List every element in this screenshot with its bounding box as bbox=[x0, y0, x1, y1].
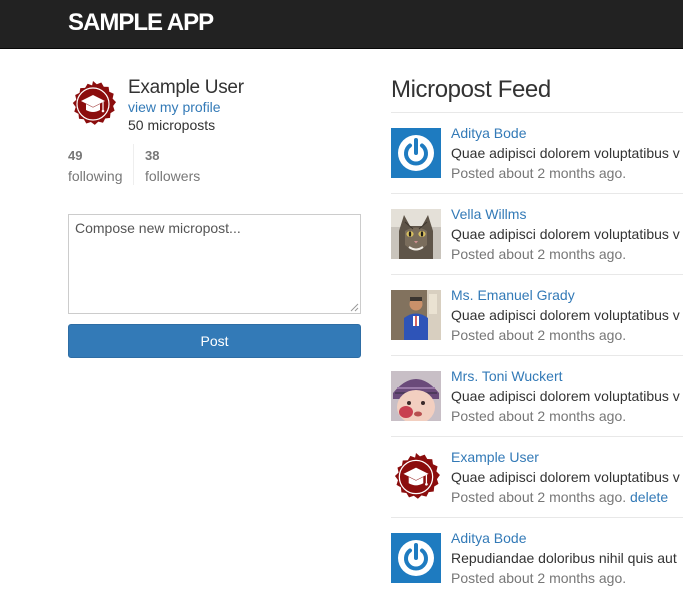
post-content: Quae adipisci dolorem voluptatibus v bbox=[451, 388, 680, 404]
stats-divider bbox=[133, 144, 134, 185]
user-avatar[interactable] bbox=[69, 80, 117, 128]
post-author[interactable]: Ms. Emanuel Grady bbox=[451, 287, 575, 303]
post-author[interactable]: Example User bbox=[451, 449, 539, 465]
view-profile-link[interactable]: view my profile bbox=[128, 99, 221, 115]
micropost-textarea[interactable] bbox=[68, 214, 361, 314]
post-content: Quae adipisci dolorem voluptatibus v bbox=[451, 226, 680, 242]
post-author[interactable]: Aditya Bode bbox=[451, 530, 527, 546]
following-count: 49 bbox=[68, 148, 83, 163]
post-author[interactable]: Mrs. Toni Wuckert bbox=[451, 368, 563, 384]
followers-stat[interactable]: 38 followers bbox=[145, 146, 200, 186]
post-button[interactable]: Post bbox=[68, 324, 361, 358]
post-timestamp: Posted about 2 months ago. bbox=[451, 246, 627, 262]
post-content: Quae adipisci dolorem voluptatibus v bbox=[451, 145, 680, 161]
post-timestamp: Posted about 2 months ago. bbox=[451, 408, 627, 424]
feed-divider bbox=[391, 517, 683, 518]
user-name: Example User bbox=[128, 77, 244, 98]
followers-label: followers bbox=[145, 168, 201, 184]
delete-post-link[interactable]: delete bbox=[630, 489, 668, 505]
resize-grip-icon[interactable] bbox=[350, 303, 359, 312]
power-icon[interactable] bbox=[391, 128, 441, 178]
post-timestamp: Posted about 2 months ago. bbox=[451, 489, 627, 505]
post-content: Repudiandae doloribus nihil quis aut bbox=[451, 550, 677, 566]
feed-divider bbox=[391, 436, 683, 437]
micropost-count: 50 microposts bbox=[128, 117, 216, 133]
post-timestamp: Posted about 2 months ago. bbox=[451, 165, 627, 181]
post-timestamp: Posted about 2 months ago. bbox=[451, 327, 627, 343]
following-label: following bbox=[68, 168, 123, 184]
post-content: Quae adipisci dolorem voluptatibus v bbox=[451, 469, 680, 485]
feed-divider bbox=[391, 274, 683, 275]
app-logo[interactable]: sample app bbox=[68, 9, 214, 37]
post-timestamp-row: Posted about 2 months ago. delete bbox=[451, 489, 668, 505]
top-navbar: sample app bbox=[0, 0, 683, 49]
graduation-cap-badge[interactable] bbox=[391, 452, 441, 502]
post-content: Quae adipisci dolorem voluptatibus v bbox=[451, 307, 680, 323]
followers-count: 38 bbox=[145, 148, 160, 163]
feed-divider bbox=[391, 112, 683, 113]
following-stat[interactable]: 49 following bbox=[68, 146, 122, 186]
post-author[interactable]: Aditya Bode bbox=[451, 125, 527, 141]
person-photo[interactable] bbox=[391, 290, 441, 340]
feed-title: Micropost Feed bbox=[391, 76, 551, 103]
baby-photo[interactable] bbox=[391, 371, 441, 421]
power-icon[interactable] bbox=[391, 533, 441, 583]
cat-photo[interactable] bbox=[391, 209, 441, 259]
post-timestamp: Posted about 2 months ago. bbox=[451, 570, 627, 586]
feed-divider bbox=[391, 193, 683, 194]
post-author[interactable]: Vella Willms bbox=[451, 206, 526, 222]
feed-divider bbox=[391, 355, 683, 356]
